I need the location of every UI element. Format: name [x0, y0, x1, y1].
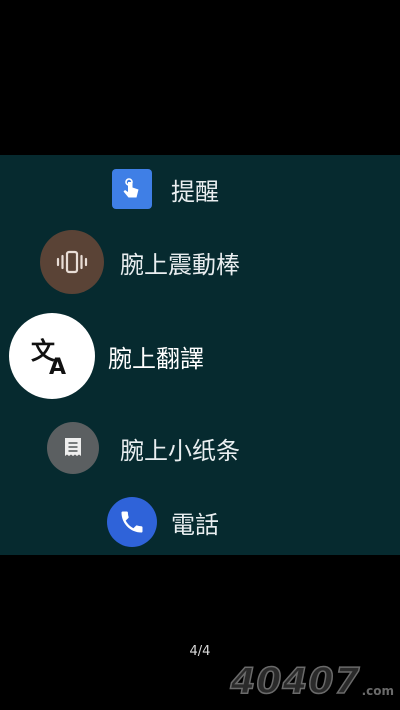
translate-icon: 文 A — [9, 313, 95, 399]
app-item-translate[interactable]: 文 A 腕上翻譯 — [9, 313, 204, 399]
app-item-reminder[interactable]: 提醒 — [112, 169, 219, 209]
app-label: 腕上翻譯 — [108, 344, 204, 373]
page: 提醒 腕上震動棒 文 A 腕上翻譯 腕上小纸条 電話 4/4 40407 .co… — [0, 0, 400, 710]
phone-icon — [107, 497, 157, 547]
app-item-phone[interactable]: 電話 — [107, 497, 219, 547]
watermark-number: 40407 — [230, 660, 361, 703]
vibrate-icon — [40, 230, 104, 294]
app-item-notes[interactable]: 腕上小纸条 — [47, 422, 240, 474]
notes-icon — [47, 422, 99, 474]
app-label: 提醒 — [171, 177, 219, 206]
watch-app-list: 提醒 腕上震動棒 文 A 腕上翻譯 腕上小纸条 電話 — [0, 155, 400, 555]
svg-text:A: A — [49, 355, 66, 379]
app-item-vibrate[interactable]: 腕上震動棒 — [40, 230, 240, 294]
app-label: 腕上小纸条 — [120, 436, 240, 465]
page-indicator: 4/4 — [189, 644, 211, 659]
watermark-suffix: .com — [361, 684, 394, 698]
app-label: 腕上震動棒 — [120, 250, 240, 279]
site-watermark-logo: 40407 .com — [230, 660, 394, 703]
reminder-touch-icon — [112, 169, 152, 209]
app-label: 電話 — [171, 510, 219, 539]
